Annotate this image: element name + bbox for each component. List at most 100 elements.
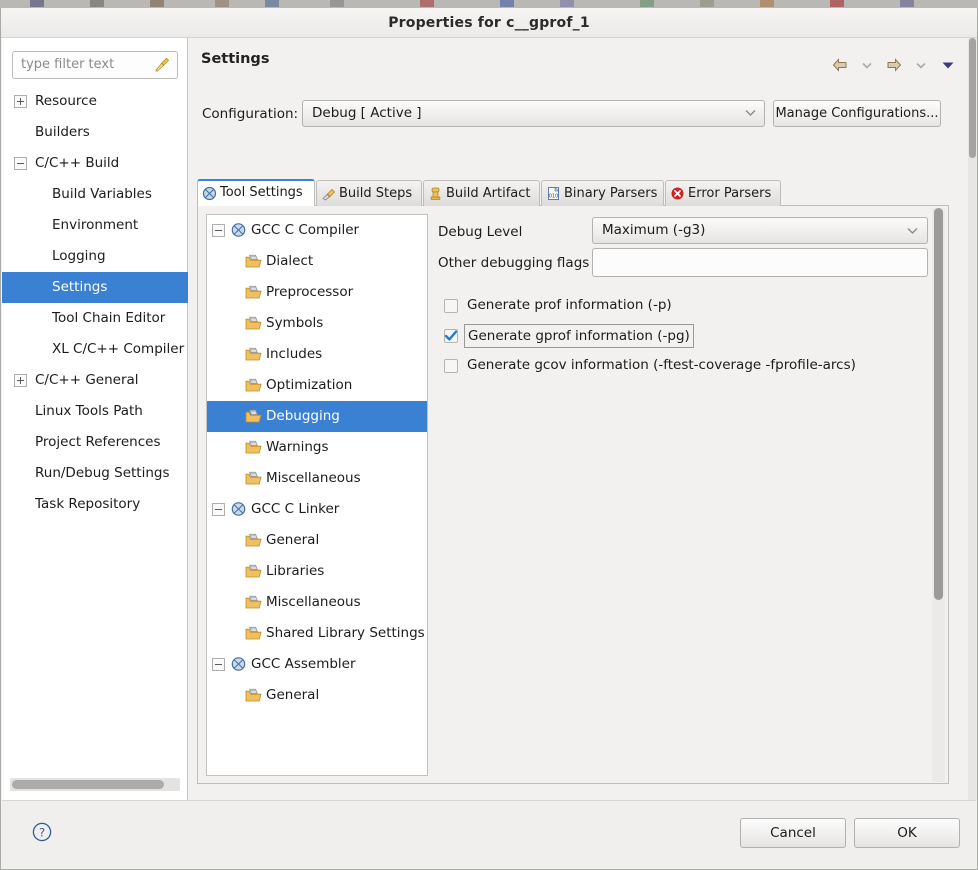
- folder-icon: [245, 409, 262, 423]
- error-parsers-icon: [671, 187, 684, 200]
- checkbox-box[interactable]: [444, 299, 458, 313]
- tool-tree-item-general[interactable]: General: [207, 680, 427, 711]
- sidebar-item-label: Environment: [52, 217, 139, 233]
- collapse-icon[interactable]: [212, 503, 225, 516]
- tool-tree-item-label: Includes: [266, 346, 323, 362]
- tool-tree-item-label: Debugging: [266, 408, 340, 424]
- tool-tree-item-label: Symbols: [266, 315, 324, 331]
- checkbox-box[interactable]: [444, 329, 458, 343]
- tool-tree-item-symbols[interactable]: Symbols: [207, 308, 427, 339]
- content-vertical-scrollbar[interactable]: [932, 208, 945, 782]
- sidebar-item-settings[interactable]: Settings: [2, 272, 188, 303]
- sidebar-item-c-c-general[interactable]: C/C++ General: [2, 365, 188, 396]
- tree-hscroll-thumb[interactable]: [12, 780, 164, 789]
- sidebar-item-project-references[interactable]: Project References: [2, 427, 188, 458]
- tool-tree[interactable]: GCC C Compiler Dialect Preprocessor Symbols…: [206, 214, 428, 776]
- sidebar-item-c-c-build[interactable]: C/C++ Build: [2, 148, 188, 179]
- expand-icon[interactable]: [14, 95, 27, 108]
- broom-icon[interactable]: [153, 56, 171, 74]
- folder-icon: [245, 316, 262, 330]
- tool-tree-item-gcc-c-compiler[interactable]: GCC C Compiler: [207, 215, 427, 246]
- sidebar-item-xl-c-c-compiler[interactable]: XL C/C++ Compiler: [2, 334, 188, 365]
- sidebar-item-environment[interactable]: Environment: [2, 210, 188, 241]
- binary-parsers-icon: 010: [548, 186, 560, 200]
- tool-tree-item-miscellaneous[interactable]: Miscellaneous: [207, 587, 427, 618]
- folder-icon: [245, 688, 262, 702]
- configuration-label: Configuration:: [202, 106, 299, 122]
- tab-label: Binary Parsers: [564, 186, 658, 201]
- properties-dialog: Properties for c__gprof_1 type filter te…: [0, 8, 978, 870]
- back-arrow-icon[interactable]: [831, 56, 849, 74]
- folder-icon: [245, 285, 262, 299]
- sidebar-item-label: Build Variables: [52, 186, 152, 202]
- content-vscroll-thumb[interactable]: [934, 208, 943, 600]
- tool-tree-item-warnings[interactable]: Warnings: [207, 432, 427, 463]
- sidebar-item-build-variables[interactable]: Build Variables: [2, 179, 188, 210]
- manage-configurations-button[interactable]: Manage Configurations...: [773, 100, 941, 127]
- folder-icon: [245, 626, 262, 640]
- ok-button[interactable]: OK: [854, 818, 960, 848]
- sidebar-item-linux-tools-path[interactable]: Linux Tools Path: [2, 396, 188, 427]
- tool-tree-item-miscellaneous[interactable]: Miscellaneous: [207, 463, 427, 494]
- window-vertical-scrollbar[interactable]: [968, 38, 977, 800]
- checkbox-box[interactable]: [444, 359, 458, 373]
- tab-build-steps[interactable]: Build Steps: [316, 180, 422, 206]
- tool-tree-item-debugging[interactable]: Debugging: [207, 401, 427, 432]
- tool-tree-item-label: GCC C Compiler: [251, 222, 360, 238]
- tool-tree-item-optimization[interactable]: Optimization: [207, 370, 427, 401]
- back-dropdown-icon[interactable]: [860, 56, 874, 74]
- folder-icon: [245, 378, 262, 392]
- view-menu-icon[interactable]: [939, 56, 957, 74]
- tab-binary-parsers[interactable]: 010 Binary Parsers: [541, 180, 664, 206]
- page-nav-toolbar: [825, 54, 957, 76]
- tool-tree-item-shared-library-settings[interactable]: Shared Library Settings: [207, 618, 427, 649]
- tool-tree-item-gcc-assembler[interactable]: GCC Assembler: [207, 649, 427, 680]
- folder-icon: [245, 564, 262, 578]
- debug-level-value: Maximum (-g3): [602, 222, 706, 238]
- filter-box[interactable]: type filter text: [12, 51, 178, 79]
- tab-error-parsers[interactable]: Error Parsers: [665, 180, 781, 206]
- settings-tree-panel: type filter text Resource Builders C/C++ B…: [2, 38, 188, 800]
- sidebar-item-logging[interactable]: Logging: [2, 241, 188, 272]
- sidebar-item-label: Logging: [52, 248, 106, 264]
- collapse-icon[interactable]: [212, 658, 225, 671]
- sidebar-item-resource[interactable]: Resource: [2, 86, 188, 117]
- tool-tree-item-label: Libraries: [266, 563, 325, 579]
- other-debugging-flags-label: Other debugging flags: [438, 255, 590, 271]
- configuration-select[interactable]: Debug [ Active ]: [302, 100, 765, 127]
- sidebar-item-task-repository[interactable]: Task Repository: [2, 489, 188, 520]
- tool-tree-item-preprocessor[interactable]: Preprocessor: [207, 277, 427, 308]
- tree-horizontal-scrollbar[interactable]: [10, 778, 180, 791]
- dialog-button-bar: ? Cancel OK: [2, 800, 976, 868]
- sidebar-item-builders[interactable]: Builders: [2, 117, 188, 148]
- sidebar-item-run-debug-settings[interactable]: Run/Debug Settings: [2, 458, 188, 489]
- sidebar-item-tool-chain-editor[interactable]: Tool Chain Editor: [2, 303, 188, 334]
- collapse-icon[interactable]: [14, 157, 27, 170]
- tool-tree-item-label: Miscellaneous: [266, 594, 361, 610]
- tool-tree-item-gcc-c-linker[interactable]: GCC C Linker: [207, 494, 427, 525]
- folder-icon: [245, 440, 262, 454]
- debug-level-select[interactable]: Maximum (-g3): [592, 217, 928, 244]
- tab-label: Build Steps: [339, 186, 413, 201]
- forward-dropdown-icon[interactable]: [914, 56, 928, 74]
- tool-icon: [231, 657, 246, 671]
- chevron-down-icon: [745, 110, 756, 116]
- tool-tree-item-libraries[interactable]: Libraries: [207, 556, 427, 587]
- tool-tree-item-includes[interactable]: Includes: [207, 339, 427, 370]
- expand-icon[interactable]: [14, 374, 27, 387]
- tab-tool-settings[interactable]: Tool Settings: [197, 179, 315, 206]
- tool-tree-item-general[interactable]: General: [207, 525, 427, 556]
- tool-tree-item-label: Warnings: [266, 439, 329, 455]
- tab-build-artifact[interactable]: Build Artifact: [423, 180, 540, 206]
- collapse-icon[interactable]: [212, 224, 225, 237]
- other-debugging-flags-input[interactable]: [592, 248, 928, 277]
- tab-label: Build Artifact: [446, 186, 531, 201]
- folder-icon: [245, 254, 262, 268]
- window-vscroll-thumb[interactable]: [969, 38, 976, 158]
- tool-tree-item-dialect[interactable]: Dialect: [207, 246, 427, 277]
- help-question-icon[interactable]: ?: [31, 821, 53, 843]
- cancel-button[interactable]: Cancel: [740, 818, 846, 848]
- settings-tree[interactable]: Resource Builders C/C++ Build Build Variabl…: [2, 86, 188, 774]
- tool-icon: [231, 223, 246, 237]
- forward-arrow-icon[interactable]: [885, 56, 903, 74]
